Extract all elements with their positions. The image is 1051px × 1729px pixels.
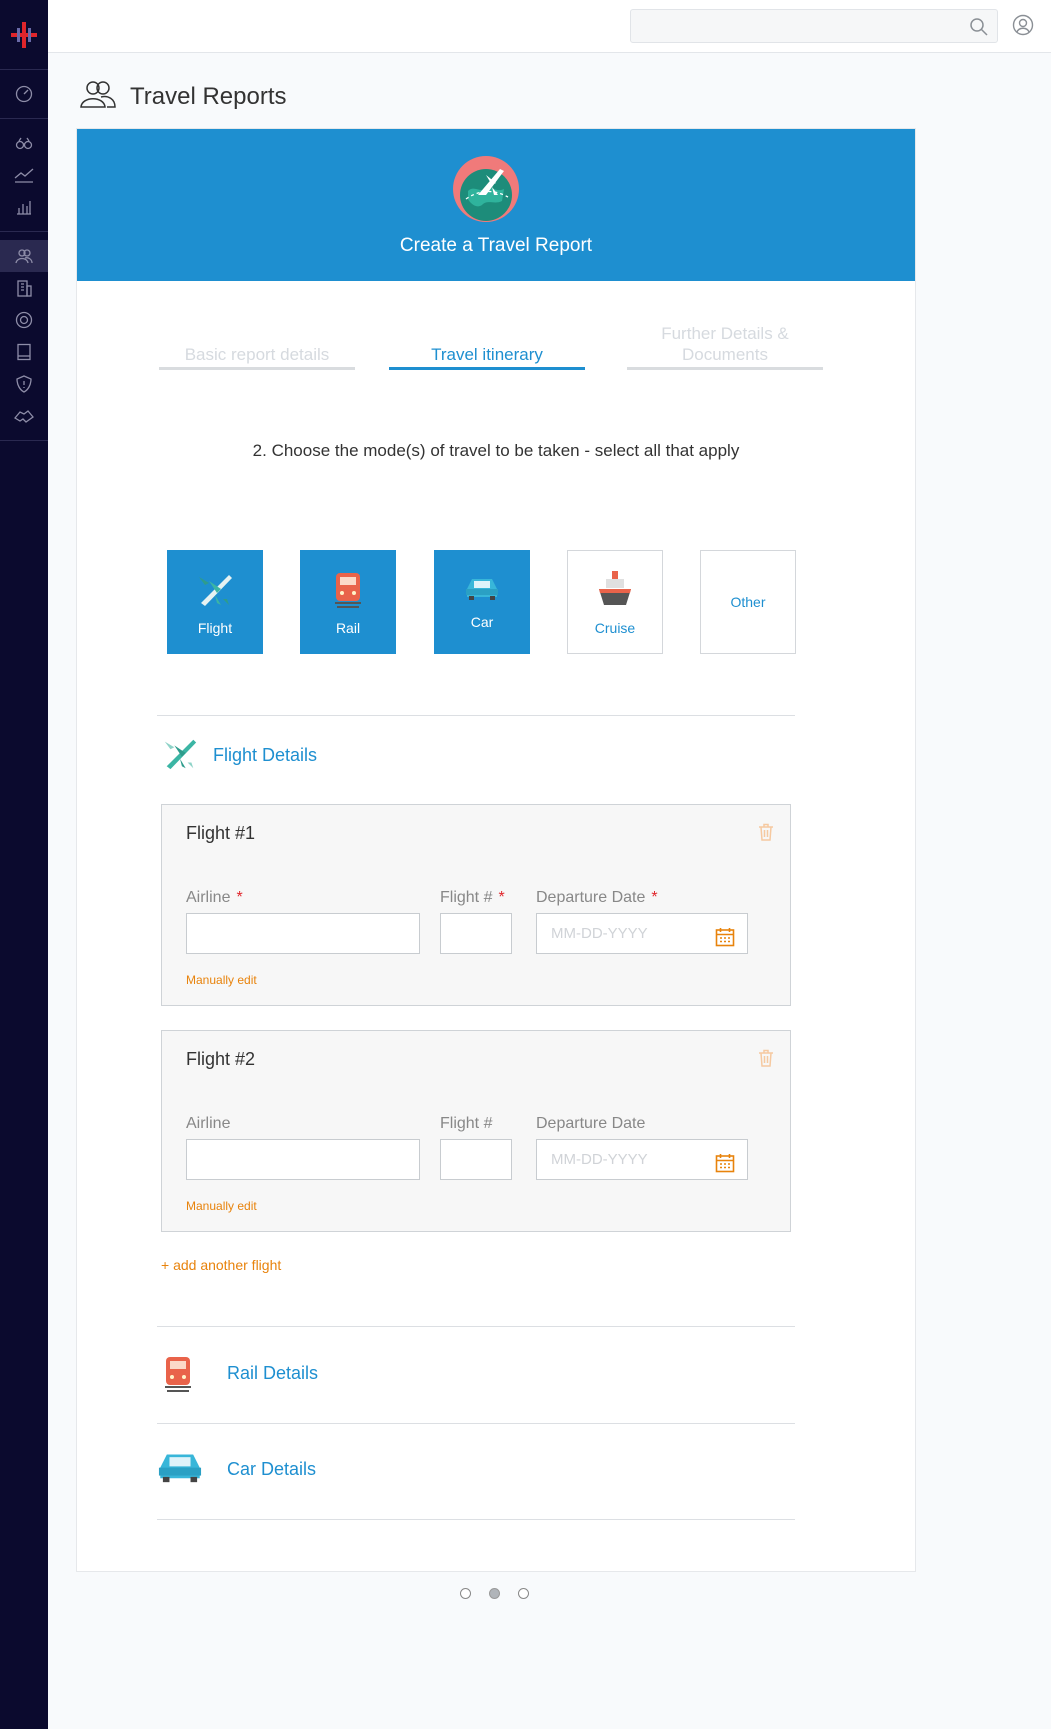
- globe-icon[interactable]: [0, 304, 48, 336]
- step-travel-itinerary[interactable]: Travel itinerary: [389, 344, 585, 370]
- mode-other-tile[interactable]: Other: [700, 550, 796, 654]
- travelers-icon[interactable]: [0, 240, 48, 272]
- flight-title: Flight #1: [186, 823, 256, 843]
- mode-rail-tile[interactable]: Rail: [300, 550, 396, 654]
- departure-date-label: Departure Date: [536, 1115, 646, 1132]
- divider: [157, 715, 795, 716]
- page-dot[interactable]: [460, 1588, 471, 1599]
- add-another-flight-link[interactable]: + add another flight: [161, 1257, 281, 1273]
- divider: [157, 1423, 795, 1424]
- trash-icon[interactable]: [758, 823, 774, 846]
- manually-edit-link[interactable]: Manually edit: [186, 973, 257, 987]
- divider: [157, 1519, 795, 1520]
- airline-label: Airline: [186, 1115, 231, 1132]
- handshake-icon[interactable]: [0, 400, 48, 432]
- mode-label: Rail: [335, 619, 361, 636]
- train-icon: [161, 1353, 213, 1393]
- flight-number-label: Flight # *: [440, 889, 505, 906]
- flight-number-label: Flight #: [440, 1115, 493, 1132]
- dashboard-icon[interactable]: [0, 78, 48, 110]
- airline-input[interactable]: [186, 1139, 420, 1180]
- section-title: Car Details: [227, 1458, 317, 1479]
- manually-edit-link[interactable]: Manually edit: [186, 1199, 257, 1213]
- train-icon: [331, 569, 365, 612]
- flight-card: Flight #2 Airline Flight # Departure Dat…: [161, 1030, 791, 1232]
- flight-number-input[interactable]: [440, 913, 512, 954]
- airline-label: Airline *: [186, 889, 243, 906]
- mode-label: Flight: [197, 619, 233, 636]
- travelers-icon: [80, 80, 116, 113]
- sidebar: [0, 0, 48, 1729]
- date-placeholder: MM-DD-YYYY: [551, 925, 648, 942]
- user-icon[interactable]: [1012, 14, 1034, 41]
- calendar-icon[interactable]: [715, 1149, 735, 1188]
- search-icon[interactable]: [969, 17, 989, 42]
- departure-date-label: Departure Date *: [536, 889, 658, 906]
- section-title: Flight Details: [213, 745, 318, 765]
- car-icon: [463, 575, 501, 606]
- instruction-text: 2. Choose the mode(s) of travel to be ta…: [252, 441, 740, 460]
- date-placeholder: MM-DD-YYYY: [551, 1151, 648, 1168]
- ship-icon: [596, 569, 634, 612]
- logo-icon[interactable]: [0, 0, 48, 70]
- page-title: Travel Reports: [130, 82, 287, 110]
- building-icon[interactable]: [0, 272, 48, 304]
- card-header: Create a Travel Report: [77, 129, 915, 281]
- mode-label: Car: [470, 613, 494, 630]
- departure-date-input[interactable]: MM-DD-YYYY: [536, 913, 748, 954]
- trend-chart-icon[interactable]: [0, 159, 48, 191]
- page-dot[interactable]: [518, 1588, 529, 1599]
- flight-details-header[interactable]: Flight Details: [161, 734, 317, 777]
- calendar-icon[interactable]: [715, 923, 735, 962]
- required-marker: *: [651, 889, 658, 906]
- mode-car-tile[interactable]: Car: [434, 550, 530, 654]
- flight-number-input[interactable]: [440, 1139, 512, 1180]
- book-icon[interactable]: [0, 336, 48, 368]
- page-header: Travel Reports: [80, 80, 287, 113]
- section-title: Rail Details: [227, 1362, 319, 1383]
- flight-card: Flight #1 Airline * Flight # * Departure D…: [161, 804, 791, 1006]
- departure-date-input[interactable]: MM-DD-YYYY: [536, 1139, 748, 1180]
- plane-icon: [195, 569, 235, 612]
- binoculars-icon[interactable]: [0, 127, 48, 159]
- pagination: [460, 1588, 529, 1599]
- top-bar: [48, 0, 1051, 53]
- divider: [157, 1326, 795, 1327]
- travel-report-card: Create a Travel Report Basic report deta…: [76, 128, 916, 1572]
- step-further-details[interactable]: Further Details & Documents: [627, 323, 823, 370]
- mode-label: Cruise: [594, 619, 636, 636]
- mode-cruise-tile[interactable]: Cruise: [567, 550, 663, 654]
- car-icon: [155, 1449, 213, 1489]
- flight-title: Flight #2: [186, 1049, 256, 1069]
- shield-icon[interactable]: [0, 368, 48, 400]
- required-marker: *: [236, 889, 243, 906]
- page-dot-current[interactable]: [489, 1588, 500, 1599]
- trash-icon[interactable]: [758, 1049, 774, 1072]
- airline-input[interactable]: [186, 913, 420, 954]
- rail-details-header[interactable]: Rail Details: [161, 1353, 318, 1393]
- card-title: Create a Travel Report: [399, 235, 593, 256]
- mode-flight-tile[interactable]: Flight: [167, 550, 263, 654]
- step-basic-report-details[interactable]: Basic report details: [159, 344, 355, 370]
- mode-label: Other: [730, 594, 766, 610]
- car-details-header[interactable]: Car Details: [155, 1449, 316, 1489]
- bar-chart-icon[interactable]: [0, 191, 48, 223]
- globe-plane-icon: [452, 155, 520, 228]
- search-input[interactable]: [630, 9, 998, 43]
- plane-icon: [161, 734, 199, 777]
- required-marker: *: [498, 889, 505, 906]
